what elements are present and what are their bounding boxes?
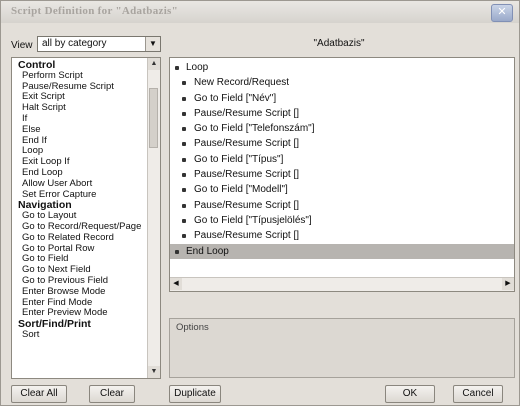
script-name: "Adatbazis" bbox=[313, 38, 365, 49]
step-bullet-icon bbox=[182, 203, 186, 208]
script-step-label: Loop bbox=[186, 62, 209, 73]
close-icon[interactable]: ✕ bbox=[491, 4, 513, 22]
view-selected-value: all by category bbox=[42, 38, 107, 49]
script-step-row[interactable]: Loop bbox=[170, 60, 514, 75]
step-bullet-icon bbox=[182, 173, 186, 178]
step-bullet-icon bbox=[182, 111, 186, 116]
script-step-row[interactable]: Go to Field ["Név"] bbox=[170, 91, 514, 106]
script-step-row[interactable]: Pause/Resume Script [] bbox=[170, 136, 514, 151]
step-list-item[interactable]: Go to Related Record bbox=[18, 232, 160, 244]
step-bullet-icon bbox=[182, 218, 186, 223]
step-list-item[interactable]: Else bbox=[18, 124, 160, 136]
clear-button[interactable]: Clear bbox=[89, 385, 135, 403]
script-step-label: Pause/Resume Script [] bbox=[194, 199, 300, 211]
step-bullet-icon bbox=[182, 188, 186, 193]
script-step-label: New Record/Request bbox=[194, 77, 290, 89]
clear-all-button[interactable]: Clear All bbox=[11, 385, 67, 403]
script-step-row[interactable]: Pause/Resume Script [] bbox=[170, 228, 514, 243]
script-panel-scrollbar[interactable]: ◀ ▶ bbox=[170, 277, 514, 291]
duplicate-button[interactable]: Duplicate bbox=[169, 385, 221, 403]
script-step-label: Go to Field ["Név"] bbox=[194, 92, 277, 104]
script-step-list[interactable]: Control Perform Script Pause/Resume Script… bbox=[11, 57, 161, 379]
step-bullet-icon bbox=[182, 81, 186, 86]
script-step-label: End Loop bbox=[186, 245, 229, 257]
script-step-row[interactable]: Go to Field ["Modell"] bbox=[170, 182, 514, 197]
script-steps-panel[interactable]: Loop New Record/Request Go to Field ["Név"… bbox=[169, 57, 515, 292]
step-list-item[interactable]: Allow User Abort bbox=[18, 178, 160, 190]
scroll-up-icon[interactable]: ▲ bbox=[148, 58, 160, 70]
script-step-row[interactable]: Go to Field ["Típusjelölés"] bbox=[170, 213, 514, 228]
script-step-row[interactable]: End Loop bbox=[170, 243, 514, 259]
step-bullet-icon bbox=[182, 142, 186, 147]
scroll-right-icon[interactable]: ▶ bbox=[502, 278, 514, 290]
script-step-label: Go to Field ["Modell"] bbox=[194, 184, 288, 196]
view-dropdown[interactable]: all by category ▼ bbox=[37, 36, 161, 52]
options-label: Options bbox=[176, 322, 209, 333]
title-bar[interactable]: Script Definition for "Adatbazis" ✕ bbox=[1, 1, 519, 23]
script-step-label: Go to Field ["Telefonszám"] bbox=[194, 123, 315, 135]
options-panel: Options bbox=[169, 318, 515, 378]
step-list-item[interactable]: Perform Script bbox=[18, 70, 160, 82]
step-list-item[interactable]: Sort bbox=[18, 329, 160, 341]
script-step-row[interactable]: Pause/Resume Script [] bbox=[170, 167, 514, 182]
chevron-down-icon[interactable]: ▼ bbox=[145, 37, 160, 51]
script-step-row[interactable]: New Record/Request bbox=[170, 75, 514, 90]
scroll-down-icon[interactable]: ▼ bbox=[148, 366, 160, 378]
script-step-row[interactable]: Pause/Resume Script [] bbox=[170, 106, 514, 121]
cancel-button[interactable]: Cancel bbox=[453, 385, 503, 403]
step-bullet-icon bbox=[175, 66, 179, 70]
script-step-row[interactable]: Go to Field ["Típus"] bbox=[170, 152, 514, 167]
scrollbar-thumb[interactable] bbox=[149, 88, 158, 148]
script-step-label: Pause/Resume Script [] bbox=[194, 169, 300, 181]
script-step-label: Go to Field ["Típus"] bbox=[194, 153, 284, 165]
script-step-label: Go to Field ["Típusjelölés"] bbox=[194, 214, 312, 226]
step-category-header[interactable]: Sort/Find/Print bbox=[18, 319, 160, 330]
step-bullet-icon bbox=[182, 157, 186, 162]
script-step-label: Pause/Resume Script [] bbox=[194, 107, 300, 119]
step-list-item[interactable]: Enter Browse Mode bbox=[18, 286, 160, 298]
step-list-item[interactable]: Halt Script bbox=[18, 102, 160, 114]
script-step-label: Pause/Resume Script [] bbox=[194, 138, 300, 150]
ok-button[interactable]: OK bbox=[385, 385, 435, 403]
script-step-row[interactable]: Go to Field ["Telefonszám"] bbox=[170, 121, 514, 136]
script-step-label: Pause/Resume Script [] bbox=[194, 230, 300, 242]
step-bullet-icon bbox=[182, 234, 186, 239]
step-bullet-icon bbox=[182, 127, 186, 132]
script-step-row[interactable]: Pause/Resume Script [] bbox=[170, 198, 514, 213]
window-title: Script Definition for "Adatbazis" bbox=[11, 5, 179, 17]
step-bullet-icon bbox=[182, 96, 186, 101]
step-list-scrollbar[interactable]: ▲ ▼ bbox=[147, 58, 160, 378]
step-bullet-icon bbox=[175, 249, 179, 254]
view-label: View bbox=[11, 40, 33, 51]
script-definition-window: Script Definition for "Adatbazis" ✕ View… bbox=[0, 0, 520, 406]
scroll-left-icon[interactable]: ◀ bbox=[170, 278, 182, 290]
